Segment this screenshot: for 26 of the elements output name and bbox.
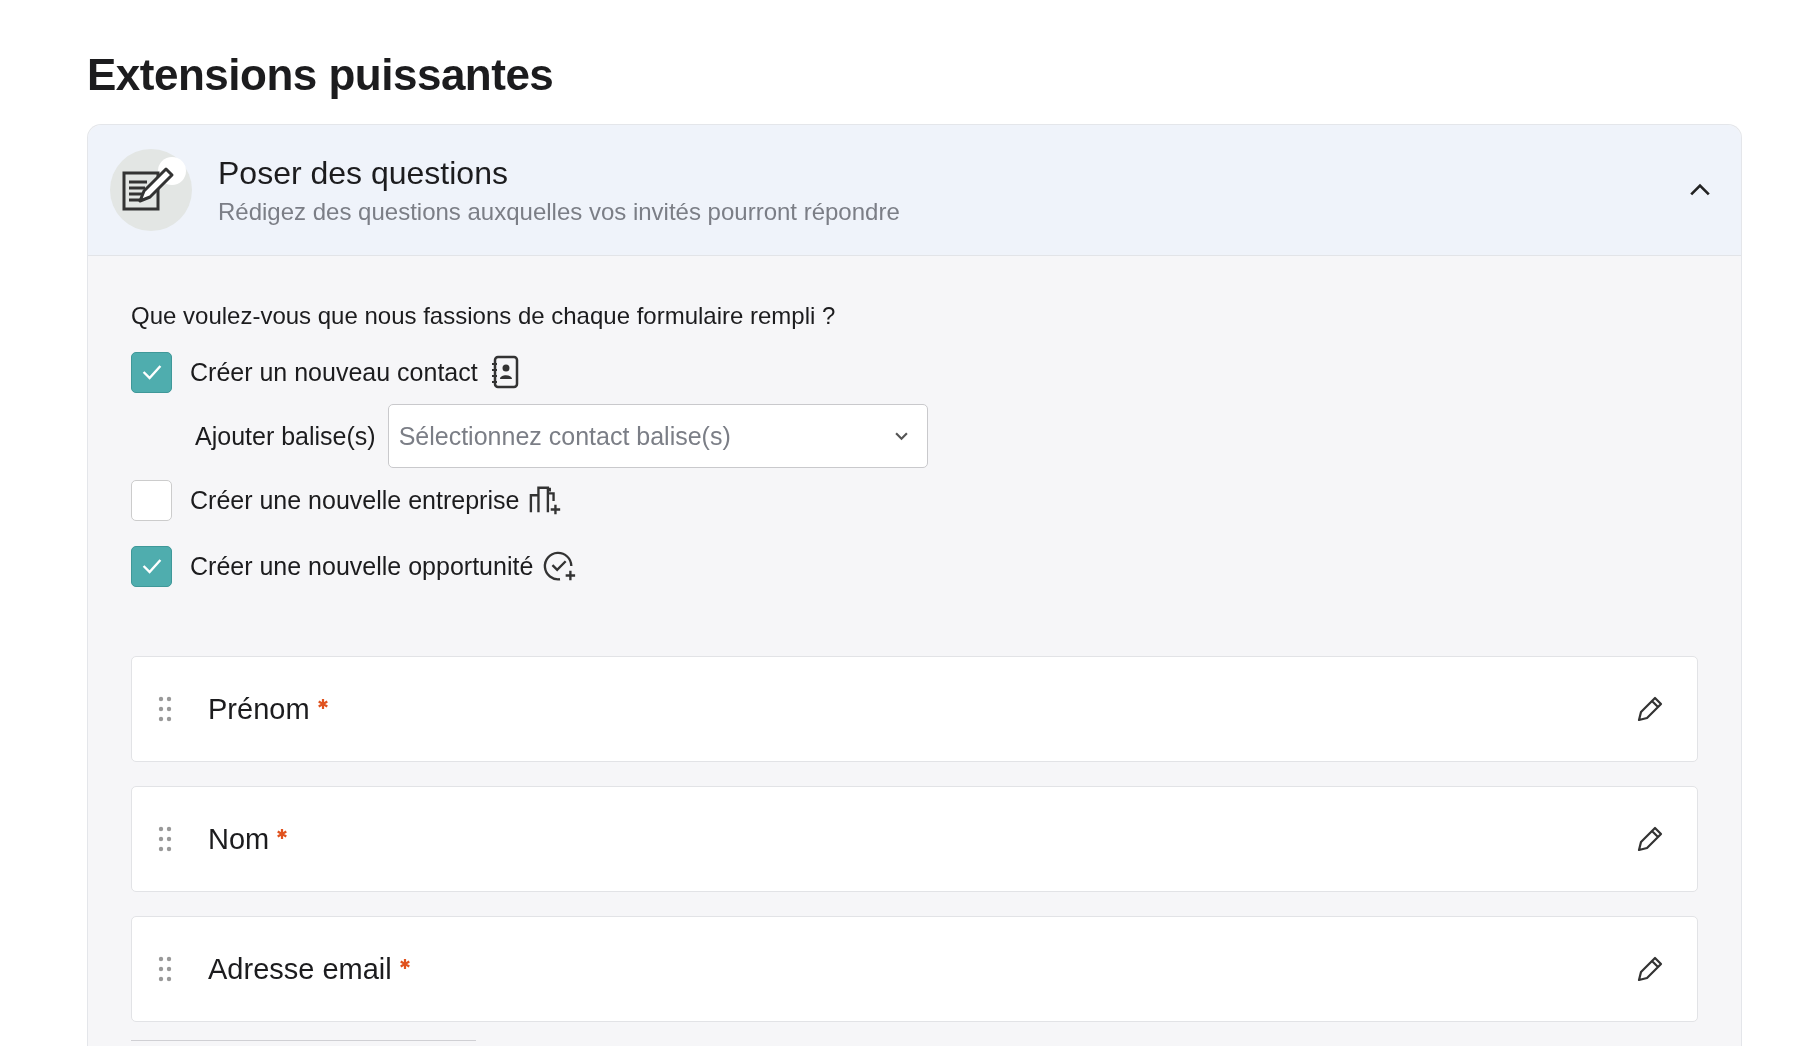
field-label: Prénom — [208, 692, 310, 726]
option-label: Créer une nouvelle entreprise — [190, 485, 520, 515]
caret-icon — [894, 432, 908, 441]
section-subtitle: Rédigez des questions auxquelles vos invités pourront répondre — [218, 197, 901, 226]
drag-handle-icon[interactable] — [158, 955, 172, 983]
tag-select-field[interactable]: Sélectionnez contact balise(s) — [387, 404, 928, 468]
drag-handle-icon[interactable] — [158, 695, 172, 723]
edit-icon[interactable] — [1635, 694, 1665, 724]
option-label: Créer une nouvelle opportunité — [190, 551, 534, 581]
checkbox[interactable] — [131, 545, 172, 587]
check-circle-plus-icon — [543, 549, 578, 583]
notepad-pencil-icon — [110, 149, 192, 231]
tag-field-label: Ajouter balise(s) — [195, 421, 376, 451]
field-label: Nom — [208, 822, 270, 856]
checkbox[interactable] — [131, 479, 172, 521]
checkbox[interactable] — [131, 351, 172, 393]
edit-icon[interactable] — [1635, 954, 1665, 984]
question-text: Que voulez-vous que nous fassions de chaque formulaire rempli ? — [131, 302, 837, 330]
field-label: Adresse email — [208, 952, 392, 986]
option-label: Créer un nouveau contact — [190, 357, 478, 387]
chevron-icon — [1689, 183, 1711, 197]
section-title: Poser des questions — [218, 154, 509, 192]
edit-icon[interactable] — [1635, 824, 1665, 854]
page-title: Extensions puissantes — [87, 50, 555, 100]
section-header[interactable]: Poser des questions Rédigez des questions auxquelles vos invités pourront répondre — [88, 125, 1741, 256]
drag-handle-icon[interactable] — [158, 825, 172, 853]
